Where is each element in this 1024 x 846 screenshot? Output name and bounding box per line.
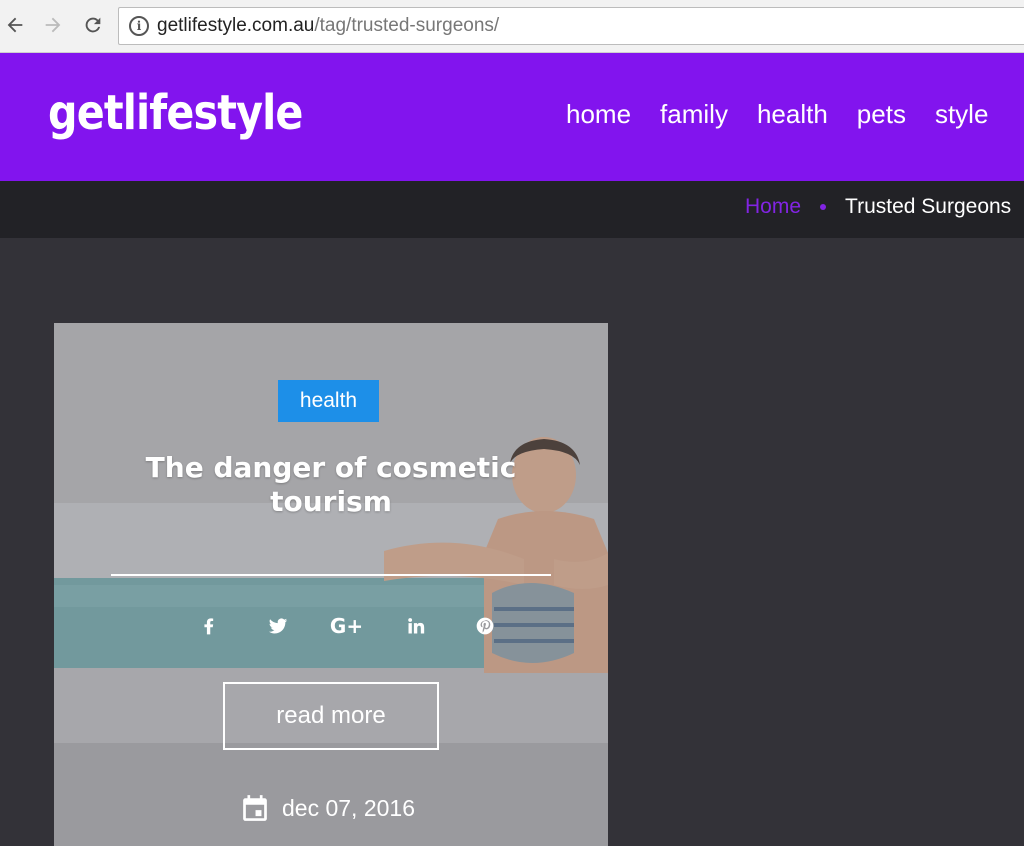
post-date: dec 07, 2016 [242,794,415,822]
read-more-button[interactable]: read more [223,682,439,750]
nav-family[interactable]: family [660,99,728,130]
forward-button[interactable] [40,10,66,40]
address-bar[interactable]: i getlifestyle.com.au/tag/trusted-surgeo… [118,7,1024,45]
title-divider [111,574,551,576]
post-card: health The danger of cosmetic tourism G+… [54,323,608,846]
nav-health[interactable]: health [757,99,828,130]
breadcrumb-bar: Home Trusted Surgeons [0,181,1024,238]
site-logo[interactable]: getlifestyle [48,85,303,141]
post-title[interactable]: The danger of cosmetic tourism [114,451,548,519]
arrow-right-icon [45,17,61,33]
post-date-text: dec 07, 2016 [282,794,416,821]
breadcrumb: Home Trusted Surgeons [745,195,1011,219]
breadcrumb-current: Trusted Surgeons [845,195,1012,218]
twitter-icon[interactable] [243,612,312,640]
breadcrumb-home[interactable]: Home [745,195,801,219]
nav-pets[interactable]: pets [857,99,906,130]
site-header: getlifestyle home family health pets sty… [0,53,1024,181]
share-icons: G+ [174,612,519,640]
linkedin-icon[interactable] [381,612,450,640]
breadcrumb-separator [820,204,827,210]
url-text: getlifestyle.com.au/tag/trusted-surgeons… [157,15,500,36]
main-nav: home family health pets style [566,99,1017,130]
reload-button[interactable] [80,10,106,40]
category-badge[interactable]: health [278,380,379,422]
browser-toolbar: i getlifestyle.com.au/tag/trusted-surgeo… [0,0,1024,53]
nav-home[interactable]: home [566,99,631,130]
calendar-icon [243,795,267,821]
nav-style[interactable]: style [935,99,988,130]
back-button[interactable] [2,10,28,40]
google-plus-icon[interactable]: G+ [312,612,381,640]
pinterest-icon[interactable] [450,612,519,640]
facebook-icon[interactable] [174,612,243,640]
arrow-left-icon [7,17,23,33]
reload-icon [85,17,101,33]
info-icon[interactable]: i [129,16,149,36]
